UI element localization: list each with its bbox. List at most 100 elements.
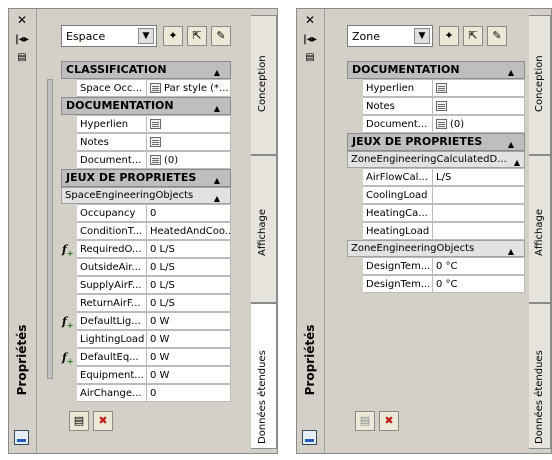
property-set-group[interactable]: ZoneEngineeringObjects ▲ xyxy=(347,240,525,257)
property-value[interactable]: 0 °C xyxy=(433,275,525,293)
select-objects-icon[interactable]: ⇱ xyxy=(463,26,483,46)
property-row[interactable]: ReturnAirF... 0 L/S xyxy=(61,294,231,312)
property-row[interactable]: SupplyAirF... 0 L/S xyxy=(61,276,231,294)
property-row[interactable]: CoolingLoad xyxy=(347,186,525,204)
property-value[interactable]: 0 L/S xyxy=(147,294,231,312)
property-row[interactable]: Occupancy 0 xyxy=(61,204,231,222)
property-row[interactable]: Document... (0) xyxy=(61,151,231,169)
property-value[interactable] xyxy=(433,186,525,204)
property-value[interactable]: L/S xyxy=(433,168,525,186)
property-name: OutsideAir... xyxy=(77,258,147,276)
property-name: Occupancy xyxy=(77,204,147,222)
documents-icon[interactable] xyxy=(436,119,447,129)
tab-conception[interactable]: Conception xyxy=(529,15,551,155)
property-value[interactable]: 0 W xyxy=(147,312,231,330)
property-row[interactable]: Document... (0) xyxy=(347,115,525,133)
property-name: CoolingLoad xyxy=(363,186,433,204)
property-name: DesignTem... xyxy=(363,257,433,275)
category-property-sets[interactable]: JEUX DE PROPRIETES ▲ xyxy=(347,133,525,151)
properties-panel: Espace ▼ ✦ ⇱ ✎ CLASSIFICATION ▲ Space Occ… xyxy=(53,15,231,447)
chevron-down-icon[interactable]: ▼ xyxy=(414,28,430,44)
toolbar: Espace ▼ ✦ ⇱ ✎ xyxy=(61,25,231,49)
toggle-pickadd-icon[interactable]: ✦ xyxy=(439,26,459,46)
property-row[interactable]: f+ RequiredO... 0 L/S xyxy=(61,240,231,258)
property-value[interactable]: 0 °C xyxy=(433,257,525,275)
notes-edit-icon[interactable] xyxy=(436,101,447,111)
property-name: Equipment... xyxy=(77,366,147,384)
property-row[interactable]: Space Occ... Par style (*... xyxy=(61,79,231,97)
property-row[interactable]: AirFlowCal... L/S xyxy=(347,168,525,186)
property-name: DefaultLig... xyxy=(77,312,147,330)
select-objects-icon[interactable]: ⇱ xyxy=(187,26,207,46)
properties-panel: Zone ▼ ✦ ⇱ ✎ DOCUMENTATION ▲ Hyperlien No… xyxy=(339,15,529,447)
toolbar: Zone ▼ ✦ ⇱ ✎ xyxy=(347,25,529,49)
quick-select-icon[interactable]: ✎ xyxy=(211,26,231,46)
palette-menu-icon[interactable]: ▤ xyxy=(303,51,317,65)
close-icon[interactable]: ✕ xyxy=(303,13,317,27)
toggle-pickadd-icon[interactable]: ✦ xyxy=(163,26,183,46)
property-row[interactable]: DesignTem... 0 °C xyxy=(347,275,525,293)
property-row[interactable]: f+ DefaultEq... 0 W xyxy=(61,348,231,366)
quick-select-icon[interactable]: ✎ xyxy=(487,26,507,46)
category-documentation[interactable]: DOCUMENTATION ▲ xyxy=(61,97,231,115)
close-icon[interactable]: ✕ xyxy=(15,13,29,27)
property-row[interactable]: Notes xyxy=(347,97,525,115)
auto-hide-icon[interactable]: |◂▸ xyxy=(303,33,317,47)
property-value[interactable] xyxy=(433,222,525,240)
property-grid: CLASSIFICATION ▲ Space Occ... Par style (… xyxy=(61,61,231,402)
property-value[interactable]: 0 W xyxy=(147,348,231,366)
style-icon xyxy=(150,83,161,93)
property-name: RequiredO... xyxy=(77,240,147,258)
object-type-select[interactable]: Zone ▼ xyxy=(347,25,433,47)
documents-icon[interactable] xyxy=(150,155,161,165)
palette-tabs: Conception Affichage Données étendues xyxy=(251,9,277,453)
property-value[interactable]: 0 W xyxy=(147,330,231,348)
property-row[interactable]: OutsideAir... 0 L/S xyxy=(61,258,231,276)
quick-select-icon[interactable] xyxy=(14,430,29,445)
tab-affichage[interactable]: Affichage xyxy=(529,155,551,303)
add-property-set-icon[interactable]: ▤ xyxy=(355,411,375,431)
property-row[interactable]: Equipment... 0 W xyxy=(61,366,231,384)
property-row[interactable]: AirChange... 0 xyxy=(61,384,231,402)
tab-donnees-etendues[interactable]: Données étendues xyxy=(529,303,551,449)
property-row[interactable]: HeatingLoad xyxy=(347,222,525,240)
hyperlink-edit-icon[interactable] xyxy=(436,83,447,93)
property-row[interactable]: HeatingCa... xyxy=(347,204,525,222)
category-property-sets[interactable]: JEUX DE PROPRIETES ▲ xyxy=(61,169,231,187)
property-row[interactable]: Notes xyxy=(61,133,231,151)
remove-property-set-icon[interactable]: ✖ xyxy=(93,411,113,431)
property-row[interactable]: Hyperlien xyxy=(347,79,525,97)
property-row[interactable]: f+ DefaultLig... 0 W xyxy=(61,312,231,330)
object-type-select[interactable]: Espace ▼ xyxy=(61,25,157,47)
chevron-down-icon[interactable]: ▼ xyxy=(138,28,154,44)
property-value[interactable]: HeatedAndCoo... xyxy=(147,222,231,240)
category-classification[interactable]: CLASSIFICATION ▲ xyxy=(61,61,231,79)
notes-edit-icon[interactable] xyxy=(150,137,161,147)
property-grid: DOCUMENTATION ▲ Hyperlien Notes Document.… xyxy=(347,61,525,293)
property-value[interactable]: 0 W xyxy=(147,366,231,384)
palette-menu-icon[interactable]: ▤ xyxy=(15,51,29,65)
tab-conception[interactable]: Conception xyxy=(251,15,277,155)
property-value[interactable]: 0 xyxy=(147,384,231,402)
property-value[interactable]: 0 L/S xyxy=(147,240,231,258)
add-property-set-icon[interactable]: ▤ xyxy=(69,411,89,431)
property-row[interactable]: DesignTem... 0 °C xyxy=(347,257,525,275)
property-value[interactable]: 0 L/S xyxy=(147,258,231,276)
property-value[interactable] xyxy=(433,204,525,222)
category-documentation[interactable]: DOCUMENTATION ▲ xyxy=(347,61,525,79)
property-value[interactable]: 0 L/S xyxy=(147,276,231,294)
property-row[interactable]: ConditionT... HeatedAndCoo... xyxy=(61,222,231,240)
remove-property-set-icon[interactable]: ✖ xyxy=(379,411,399,431)
property-set-group[interactable]: SpaceEngineeringObjects ▲ xyxy=(61,187,231,204)
quick-select-icon[interactable] xyxy=(302,430,317,445)
tab-affichage[interactable]: Affichage xyxy=(251,155,277,303)
property-value[interactable]: 0 xyxy=(147,204,231,222)
property-name: LightingLoad xyxy=(77,330,147,348)
property-row[interactable]: Hyperlien xyxy=(61,115,231,133)
tab-donnees-etendues[interactable]: Données étendues xyxy=(251,303,277,449)
property-set-group[interactable]: ZoneEngineeringCalculatedD... ▲ xyxy=(347,151,525,168)
property-name: AirFlowCal... xyxy=(363,168,433,186)
hyperlink-edit-icon[interactable] xyxy=(150,119,161,129)
property-row[interactable]: LightingLoad 0 W xyxy=(61,330,231,348)
auto-hide-icon[interactable]: |◂▸ xyxy=(15,33,29,47)
